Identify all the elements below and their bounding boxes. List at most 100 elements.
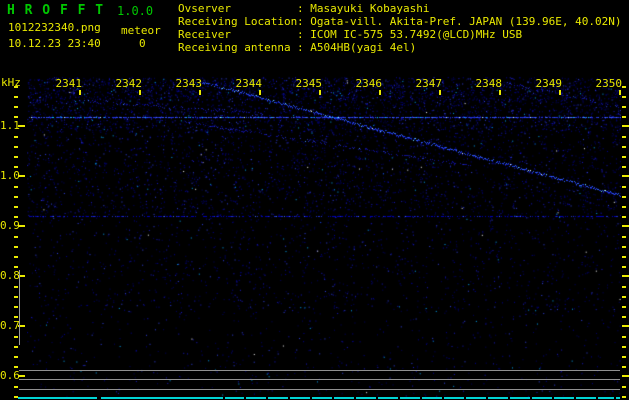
time-tick: [319, 90, 321, 95]
freq-tick-label: 0.8: [0, 269, 20, 282]
freq-major-tick-right: [622, 375, 629, 377]
freq-tick-label: 1.1: [0, 119, 20, 132]
hrofft-screen: H R O F F T 1.0.0 1012232340.png meteor …: [0, 0, 629, 400]
freq-tick-label: 0.7: [0, 319, 20, 332]
freq-minor-tick-left: [14, 366, 18, 368]
freq-minor-tick-right: [622, 116, 626, 118]
freq-minor-tick-left: [14, 146, 18, 148]
level-scale-line: [19, 270, 20, 345]
freq-minor-tick-right: [622, 96, 626, 98]
info-value: : ICOM IC-575 53.7492(@LCD)MHz USB: [297, 28, 523, 41]
freq-minor-tick-left: [14, 256, 18, 258]
freq-major-tick-left: [18, 375, 25, 377]
freq-minor-tick-right: [622, 186, 626, 188]
freq-minor-tick-right: [622, 266, 626, 268]
observation-info-block: Ovserver : Masayuki Kobayashi Receiving Lo…: [178, 2, 622, 54]
app-title: H R O F F T: [7, 3, 105, 18]
freq-major-tick-right: [622, 225, 629, 227]
time-tick: [259, 90, 261, 95]
freq-minor-tick-right: [622, 156, 626, 158]
freq-minor-tick-left: [14, 236, 18, 238]
freq-tick-label: 1.0: [0, 169, 20, 182]
freq-minor-tick-left: [14, 216, 18, 218]
meteor-counter-label: meteor: [121, 24, 161, 37]
info-row: Receiving antenna : A504HB(yagi 4el): [178, 41, 622, 54]
freq-minor-tick-right: [622, 86, 626, 88]
freq-major-tick-right: [622, 325, 629, 327]
freq-minor-tick-right: [622, 166, 626, 168]
app-version: 1.0.0: [117, 4, 154, 18]
time-tick-label: 2349: [535, 77, 563, 90]
freq-minor-tick-right: [622, 386, 626, 388]
freq-minor-tick-right: [622, 346, 626, 348]
time-tick: [379, 90, 381, 95]
level-reference-line: [19, 370, 620, 371]
freq-tick-label: 0.9: [0, 219, 20, 232]
signal-level-trace-gap: [244, 397, 246, 399]
freq-minor-tick-right: [622, 336, 626, 338]
output-filename: 1012232340.png: [8, 21, 101, 34]
info-value: : Ogata-vill. Akita-Pref. JAPAN (139.96E…: [297, 15, 622, 28]
freq-minor-tick-left: [14, 206, 18, 208]
freq-minor-tick-right: [622, 256, 626, 258]
time-tick: [619, 90, 621, 95]
signal-level-trace-gap: [442, 397, 444, 399]
time-tick-label: 2341: [55, 77, 83, 90]
time-tick-label: 2342: [115, 77, 143, 90]
signal-level-trace-gap: [596, 397, 598, 399]
meteor-counter-value: 0: [139, 37, 146, 50]
freq-minor-tick-left: [14, 386, 18, 388]
time-tick-label: 2344: [235, 77, 263, 90]
signal-level-trace-gap: [420, 397, 422, 399]
freq-minor-tick-left: [14, 336, 18, 338]
signal-level-trace-gap: [508, 397, 510, 399]
freq-minor-tick-left: [14, 316, 18, 318]
freq-minor-tick-left: [14, 196, 18, 198]
time-tick: [139, 90, 141, 95]
freq-minor-tick-left: [14, 286, 18, 288]
freq-minor-tick-left: [14, 136, 18, 138]
freq-minor-tick-left: [14, 116, 18, 118]
signal-level-trace-gap: [530, 397, 532, 399]
freq-major-tick-right: [622, 175, 629, 177]
info-label: Receiving antenna: [178, 41, 291, 54]
level-reference-line: [19, 389, 620, 390]
freq-minor-tick-left: [14, 266, 18, 268]
freq-minor-tick-right: [622, 196, 626, 198]
freq-tick-label: 0.6: [0, 369, 20, 382]
info-row: Receiving Location: Ogata-vill. Akita-Pr…: [178, 15, 622, 28]
freq-minor-tick-left: [14, 346, 18, 348]
info-label: Ovserver: [178, 2, 231, 15]
freq-minor-tick-left: [14, 96, 18, 98]
freq-minor-tick-left: [14, 246, 18, 248]
time-tick: [199, 90, 201, 95]
freq-minor-tick-right: [622, 306, 626, 308]
time-tick-label: 2346: [355, 77, 383, 90]
freq-minor-tick-right: [622, 106, 626, 108]
freq-minor-tick-left: [14, 166, 18, 168]
info-row: Ovserver : Masayuki Kobayashi: [178, 2, 622, 15]
signal-level-trace-gap: [354, 397, 356, 399]
time-tick-label: 2348: [475, 77, 503, 90]
freq-major-tick-left: [18, 225, 25, 227]
freq-minor-tick-right: [622, 146, 626, 148]
info-label: Receiver: [178, 28, 231, 41]
signal-level-trace-gap: [486, 397, 488, 399]
freq-major-tick-right: [622, 275, 629, 277]
freq-minor-tick-right: [622, 216, 626, 218]
signal-level-trace-gap: [398, 397, 400, 399]
freq-minor-tick-right: [622, 296, 626, 298]
freq-minor-tick-left: [14, 296, 18, 298]
freq-minor-tick-right: [622, 206, 626, 208]
signal-level-trace-gap: [464, 397, 466, 399]
observation-datetime: 10.12.23 23:40: [8, 37, 101, 50]
signal-level-trace-gap: [97, 397, 101, 399]
time-tick: [499, 90, 501, 95]
freq-minor-tick-right: [622, 286, 626, 288]
time-tick-label: 2347: [415, 77, 443, 90]
info-label: Receiving Location: [178, 15, 298, 28]
info-value: : Masayuki Kobayashi: [297, 2, 430, 15]
time-tick-label: 2343: [175, 77, 203, 90]
info-value: : A504HB(yagi 4el): [297, 41, 417, 54]
time-tick: [559, 90, 561, 95]
